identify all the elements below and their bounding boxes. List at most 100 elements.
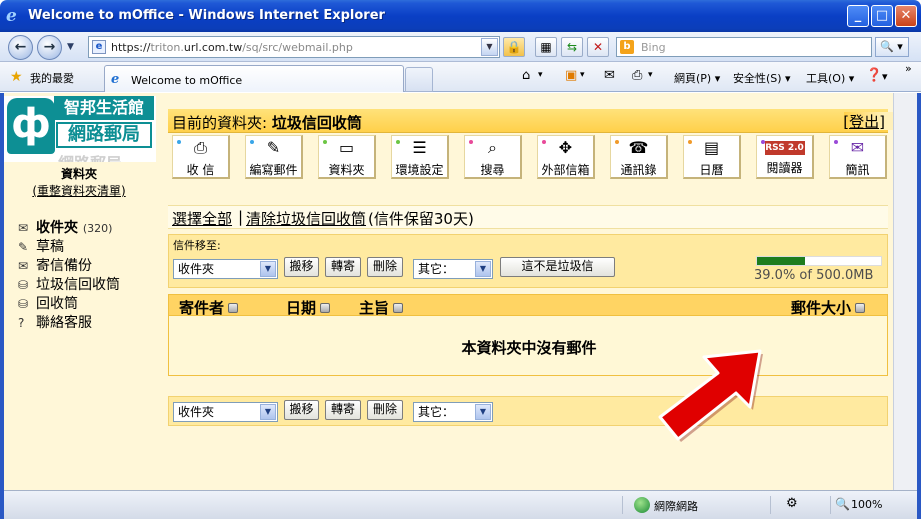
current-folder-name: 垃圾信回收筒 bbox=[271, 114, 362, 132]
other-actions-select[interactable]: 其它： ▼ bbox=[413, 259, 493, 279]
sent-icon: ✉ bbox=[18, 259, 29, 273]
toolbar-compose-button[interactable]: ✎ 編寫郵件 bbox=[245, 135, 303, 179]
toolbar-search-button[interactable]: ⌕ 搜尋 bbox=[464, 135, 522, 179]
tools-menu[interactable]: 工具(O) ▾ bbox=[806, 70, 854, 86]
move-button[interactable]: 搬移 bbox=[284, 257, 319, 277]
lock-icon[interactable]: 🔒 bbox=[503, 37, 525, 57]
zoom-icon: 🔍 bbox=[835, 497, 850, 511]
forward-button-bottom[interactable]: 轉寄 bbox=[325, 400, 361, 420]
refresh-icon[interactable]: ⇆ bbox=[561, 37, 583, 57]
webmail-page: ф 智邦生活館 網路郵局 網路郵局 資料夾 (重整資料夾清單) ✉收件夾 (32… bbox=[4, 93, 893, 490]
sort-sender[interactable]: 寄件者 bbox=[179, 297, 239, 318]
draft-icon: ✎ bbox=[18, 240, 29, 254]
minimize-button[interactable]: _ bbox=[847, 5, 869, 27]
new-tab-button[interactable] bbox=[405, 67, 433, 92]
sort-size[interactable]: 郵件大小 bbox=[791, 297, 866, 318]
sort-subject[interactable]: 主旨 bbox=[359, 297, 404, 318]
select-all-link[interactable]: 選擇全部 bbox=[172, 208, 232, 229]
safety-menu[interactable]: 安全性(S) ▾ bbox=[733, 70, 791, 86]
refresh-folders-link[interactable]: (重整資料夾清單) bbox=[4, 182, 154, 199]
red-arrow-annotation bbox=[658, 349, 763, 442]
sms-icon: ✉ bbox=[850, 138, 865, 157]
message-table-body: 本資料夾中沒有郵件 bbox=[168, 316, 888, 376]
other-actions-select-bottom[interactable]: 其它： ▼ bbox=[413, 402, 493, 422]
compat-view-icon[interactable]: ▦ bbox=[535, 37, 557, 57]
folder-trash[interactable]: ⛁ 回收筒 bbox=[18, 295, 120, 314]
mail-icon[interactable]: ✉ bbox=[604, 68, 615, 83]
toolbar-settings-button[interactable]: ☰ 環境設定 bbox=[391, 135, 449, 179]
site-logo[interactable]: ф 智邦生活館 網路郵局 網路郵局 bbox=[4, 96, 156, 162]
home-icon[interactable]: ⌂ bbox=[522, 68, 530, 83]
logo-line1: 智邦生活館 bbox=[54, 96, 154, 120]
address-url[interactable]: https://triton.url.com.tw/sq/src/webmail… bbox=[111, 41, 353, 54]
window-title: Welcome to mOffice - Windows Internet Ex… bbox=[28, 8, 385, 23]
toolbar-address-book-button[interactable]: ☎ 通訊錄 bbox=[610, 135, 668, 179]
help-icon: ? bbox=[18, 316, 25, 330]
favorites-button[interactable]: 我的最愛 bbox=[30, 70, 74, 86]
move-folder-select[interactable]: 收件夾 ▼ bbox=[173, 259, 278, 279]
status-divider bbox=[622, 496, 623, 514]
folder-inbox[interactable]: ✉ 收件夾 (320) bbox=[18, 219, 120, 238]
browser-tab[interactable]: e Welcome to mOffice bbox=[104, 65, 404, 92]
forward-button[interactable]: 轉寄 bbox=[325, 257, 361, 277]
forward-button[interactable]: → bbox=[37, 35, 62, 60]
toolbar-sms-button[interactable]: ✉ 簡訊 bbox=[829, 135, 887, 179]
sort-icon bbox=[320, 303, 331, 313]
tab-ie-icon: e bbox=[111, 72, 120, 87]
favorites-bar: ★ 我的最愛 e Welcome to mOffice ⌂ ▾ ▣ ▾ ✉ ⎙ … bbox=[0, 62, 921, 92]
search-button[interactable]: 🔍 ▾ bbox=[875, 37, 909, 57]
print-icon[interactable]: ⎙ bbox=[632, 68, 642, 83]
sort-date[interactable]: 日期 bbox=[286, 297, 331, 318]
folder-support[interactable]: ? 聯絡客服 bbox=[18, 314, 120, 333]
sort-icon bbox=[393, 303, 404, 313]
folder-spam[interactable]: ⛁ 垃圾信回收筒 bbox=[18, 276, 120, 295]
move-folder-select-bottom[interactable]: 收件夾 ▼ bbox=[173, 402, 278, 422]
logout-link[interactable]: [登出] bbox=[843, 111, 885, 132]
inbox-count: (320) bbox=[82, 222, 113, 235]
stop-icon[interactable]: ✕ bbox=[587, 37, 609, 57]
help-dropdown[interactable]: ▾ bbox=[882, 70, 888, 83]
address-bar[interactable]: e https://triton.url.com.tw/sq/src/webma… bbox=[88, 36, 500, 58]
clear-spam-link[interactable]: 清除垃圾信回收筒 bbox=[246, 208, 366, 229]
delete-button-bottom[interactable]: 刪除 bbox=[367, 400, 403, 420]
rss-feed-icon[interactable]: ▣ bbox=[565, 68, 577, 83]
compose-icon: ✎ bbox=[266, 138, 281, 157]
current-folder-label: 目前的資料夾: bbox=[172, 114, 268, 132]
toolbar-receive-button[interactable]: ⎙ 收 信 bbox=[172, 135, 230, 179]
folder-sent[interactable]: ✉ 寄信備份 bbox=[18, 257, 120, 276]
back-button[interactable]: ← bbox=[8, 35, 33, 60]
favorites-star-icon[interactable]: ★ bbox=[10, 69, 23, 85]
history-dropdown-icon[interactable]: ▼ bbox=[67, 42, 74, 52]
folder-drafts[interactable]: ✎ 草稿 bbox=[18, 238, 120, 257]
internet-zone-icon bbox=[634, 497, 650, 513]
maximize-button[interactable]: □ bbox=[871, 5, 893, 27]
zoom-level[interactable]: 100% bbox=[851, 498, 882, 511]
page-menu[interactable]: 網頁(P) ▾ bbox=[674, 70, 720, 86]
chevron-down-icon: ▼ bbox=[475, 404, 491, 420]
toolbar-calendar-button[interactable]: ▤ 日曆 bbox=[683, 135, 741, 179]
print-dropdown-icon[interactable]: ▾ bbox=[648, 70, 653, 80]
help-icon[interactable]: ❓ bbox=[866, 68, 882, 83]
folder-icon: ▭ bbox=[338, 138, 355, 157]
quota-text: 39.0% of 500.0MB bbox=[754, 268, 874, 283]
quota-fill bbox=[757, 257, 806, 265]
search-placeholder: Bing bbox=[641, 41, 666, 54]
address-dropdown-icon[interactable]: ▼ bbox=[481, 38, 498, 56]
more-commands-button[interactable]: » bbox=[905, 62, 912, 75]
toolbar-external-mail-button[interactable]: ✥ 外部信箱 bbox=[537, 135, 595, 179]
toolbar-folders-button[interactable]: ▭ 資料夾 bbox=[318, 135, 376, 179]
forward-arrow-icon: → bbox=[43, 39, 56, 55]
close-button[interactable]: ✕ bbox=[895, 5, 917, 27]
protected-mode-icon[interactable]: ⚙ bbox=[786, 496, 798, 511]
rss-dropdown-icon[interactable]: ▾ bbox=[580, 70, 585, 80]
home-dropdown-icon[interactable]: ▾ bbox=[538, 70, 543, 80]
not-spam-button[interactable]: 這不是垃圾信 bbox=[500, 257, 615, 277]
toolbar-rss-reader-button[interactable]: RSS 2.0 閱讀器 bbox=[756, 135, 814, 179]
vertical-scrollbar[interactable] bbox=[893, 93, 917, 490]
sort-icon bbox=[228, 303, 239, 313]
current-folder-header: 目前的資料夾: 垃圾信回收筒 [登出] bbox=[168, 109, 893, 133]
delete-button[interactable]: 刪除 bbox=[367, 257, 403, 277]
move-button-bottom[interactable]: 搬移 bbox=[284, 400, 319, 420]
search-box[interactable]: b Bing bbox=[616, 37, 872, 57]
back-arrow-icon: ← bbox=[14, 39, 27, 55]
